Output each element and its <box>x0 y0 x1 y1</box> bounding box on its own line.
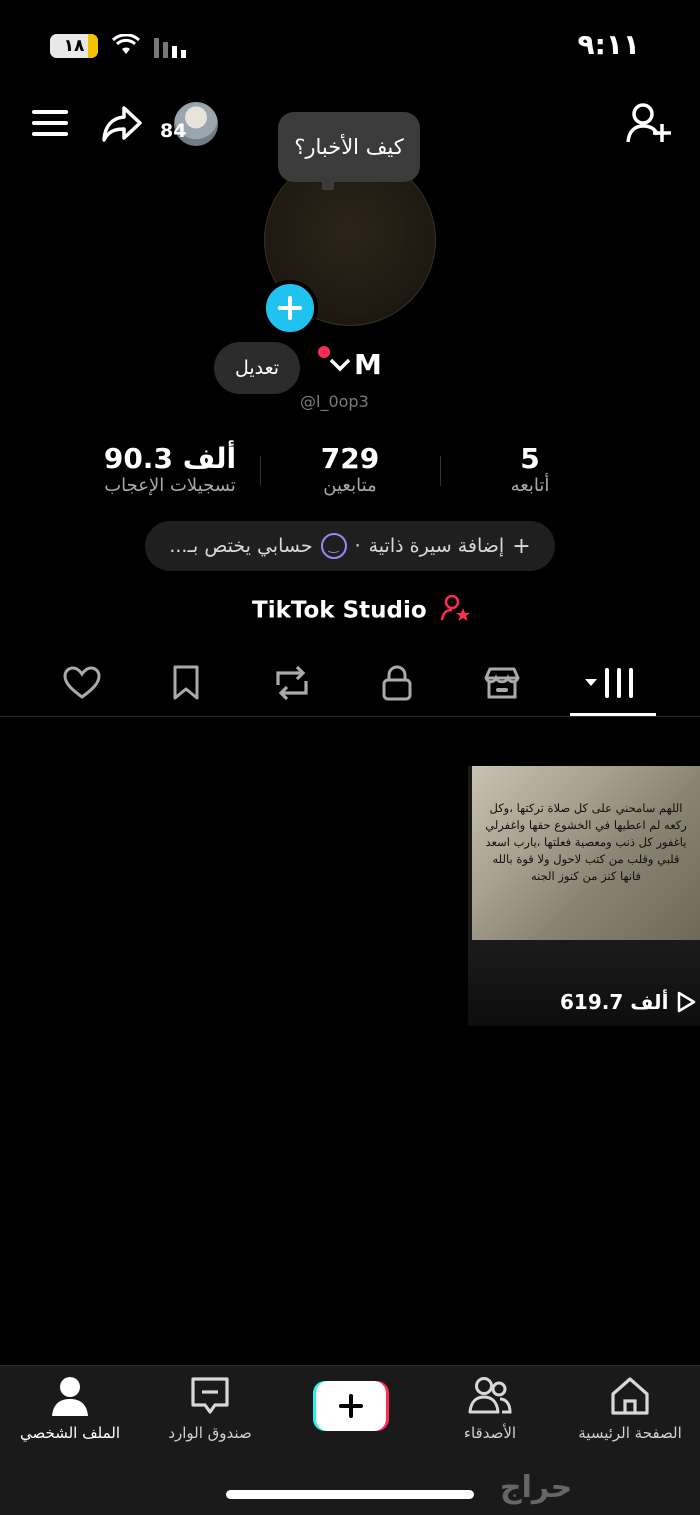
bio-account-note: حسابي يختص بـ... <box>169 535 313 557</box>
studio-label: TikTok Studio <box>252 597 427 624</box>
add-photo-button[interactable] <box>262 280 318 336</box>
share-icon[interactable] <box>100 104 144 148</box>
creator-star-icon <box>440 594 471 628</box>
view-count-label: 619.7 ألف <box>560 990 669 1014</box>
home-icon <box>611 1377 649 1415</box>
wifi-icon <box>112 34 140 56</box>
nav-home[interactable]: الصفحة الرئيسية <box>560 1374 700 1442</box>
inbox-icon <box>191 1377 229 1414</box>
battery-indicator: ١٨ <box>50 34 98 58</box>
tab-liked[interactable] <box>52 658 112 708</box>
stat-following[interactable]: 5 أتابعه <box>470 442 590 496</box>
lock-icon <box>382 665 412 701</box>
tab-saved[interactable] <box>156 658 216 708</box>
battery-level: ١٨ <box>63 36 85 56</box>
repost-icon <box>276 665 308 701</box>
nav-profile[interactable]: الملف الشخصي <box>0 1374 140 1442</box>
create-button[interactable] <box>313 1381 389 1431</box>
stat-divider <box>260 456 261 486</box>
play-icon <box>678 991 696 1013</box>
friends-icon <box>468 1377 512 1414</box>
add-bio-button[interactable]: + إضافة سيرة ذاتية · ‿ حسابي يختص بـ... <box>145 521 555 571</box>
watermark-logo: حراج <box>500 1470 573 1505</box>
tabs-divider <box>0 716 700 717</box>
bio-separator: · <box>354 535 361 557</box>
username-handle: @l_0op3 <box>300 392 369 411</box>
account-name[interactable]: M <box>354 348 382 381</box>
tab-videos[interactable] <box>582 658 642 708</box>
shop-icon <box>484 667 520 699</box>
stat-followers[interactable]: 729 متابعين <box>290 442 410 496</box>
edit-profile-button[interactable]: تعديل <box>214 342 300 394</box>
tab-reposts[interactable] <box>262 658 322 708</box>
tab-private[interactable] <box>367 658 427 708</box>
smiley-icon: ‿ <box>320 533 347 559</box>
tab-shop[interactable] <box>472 658 532 708</box>
signal-icon <box>154 36 190 62</box>
tiktok-studio-link[interactable]: TikTok Studio <box>252 594 471 628</box>
profile-icon <box>52 1377 88 1416</box>
plus-icon <box>278 296 302 320</box>
plus-icon: + <box>512 533 531 559</box>
video-thumbnail[interactable]: اللهم سامحني على كل صلاة تركتها ،وكل ركع… <box>468 766 700 1026</box>
stat-divider <box>440 456 441 486</box>
thumbnail-caption: اللهم سامحني على كل صلاة تركتها ،وكل ركع… <box>485 801 687 883</box>
nav-inbox[interactable]: صندوق الوارد <box>140 1374 280 1442</box>
nav-friends[interactable]: الأصدقاء <box>420 1374 560 1442</box>
heart-icon <box>63 666 101 699</box>
create-icon <box>316 1381 386 1431</box>
view-count: 619.7 ألف <box>560 990 696 1014</box>
friend-count-badge: 84 <box>160 120 187 142</box>
add-friend-icon[interactable] <box>626 102 672 148</box>
status-bubble[interactable]: كيف الأخبار؟ <box>278 112 420 182</box>
chevron-down-icon[interactable] <box>328 356 352 378</box>
stat-likes[interactable]: 90.3 ألف تسجيلات الإعجاب <box>88 442 252 496</box>
add-bio-label: إضافة سيرة ذاتية <box>368 535 505 557</box>
clock: ٩:١١ <box>577 28 640 61</box>
home-indicator[interactable] <box>226 1490 474 1499</box>
menu-icon[interactable] <box>32 108 68 142</box>
bookmark-icon <box>173 665 199 700</box>
grid-icon <box>585 668 633 698</box>
thumbnail-image: اللهم سامحني على كل صلاة تركتها ،وكل ركع… <box>472 766 700 940</box>
